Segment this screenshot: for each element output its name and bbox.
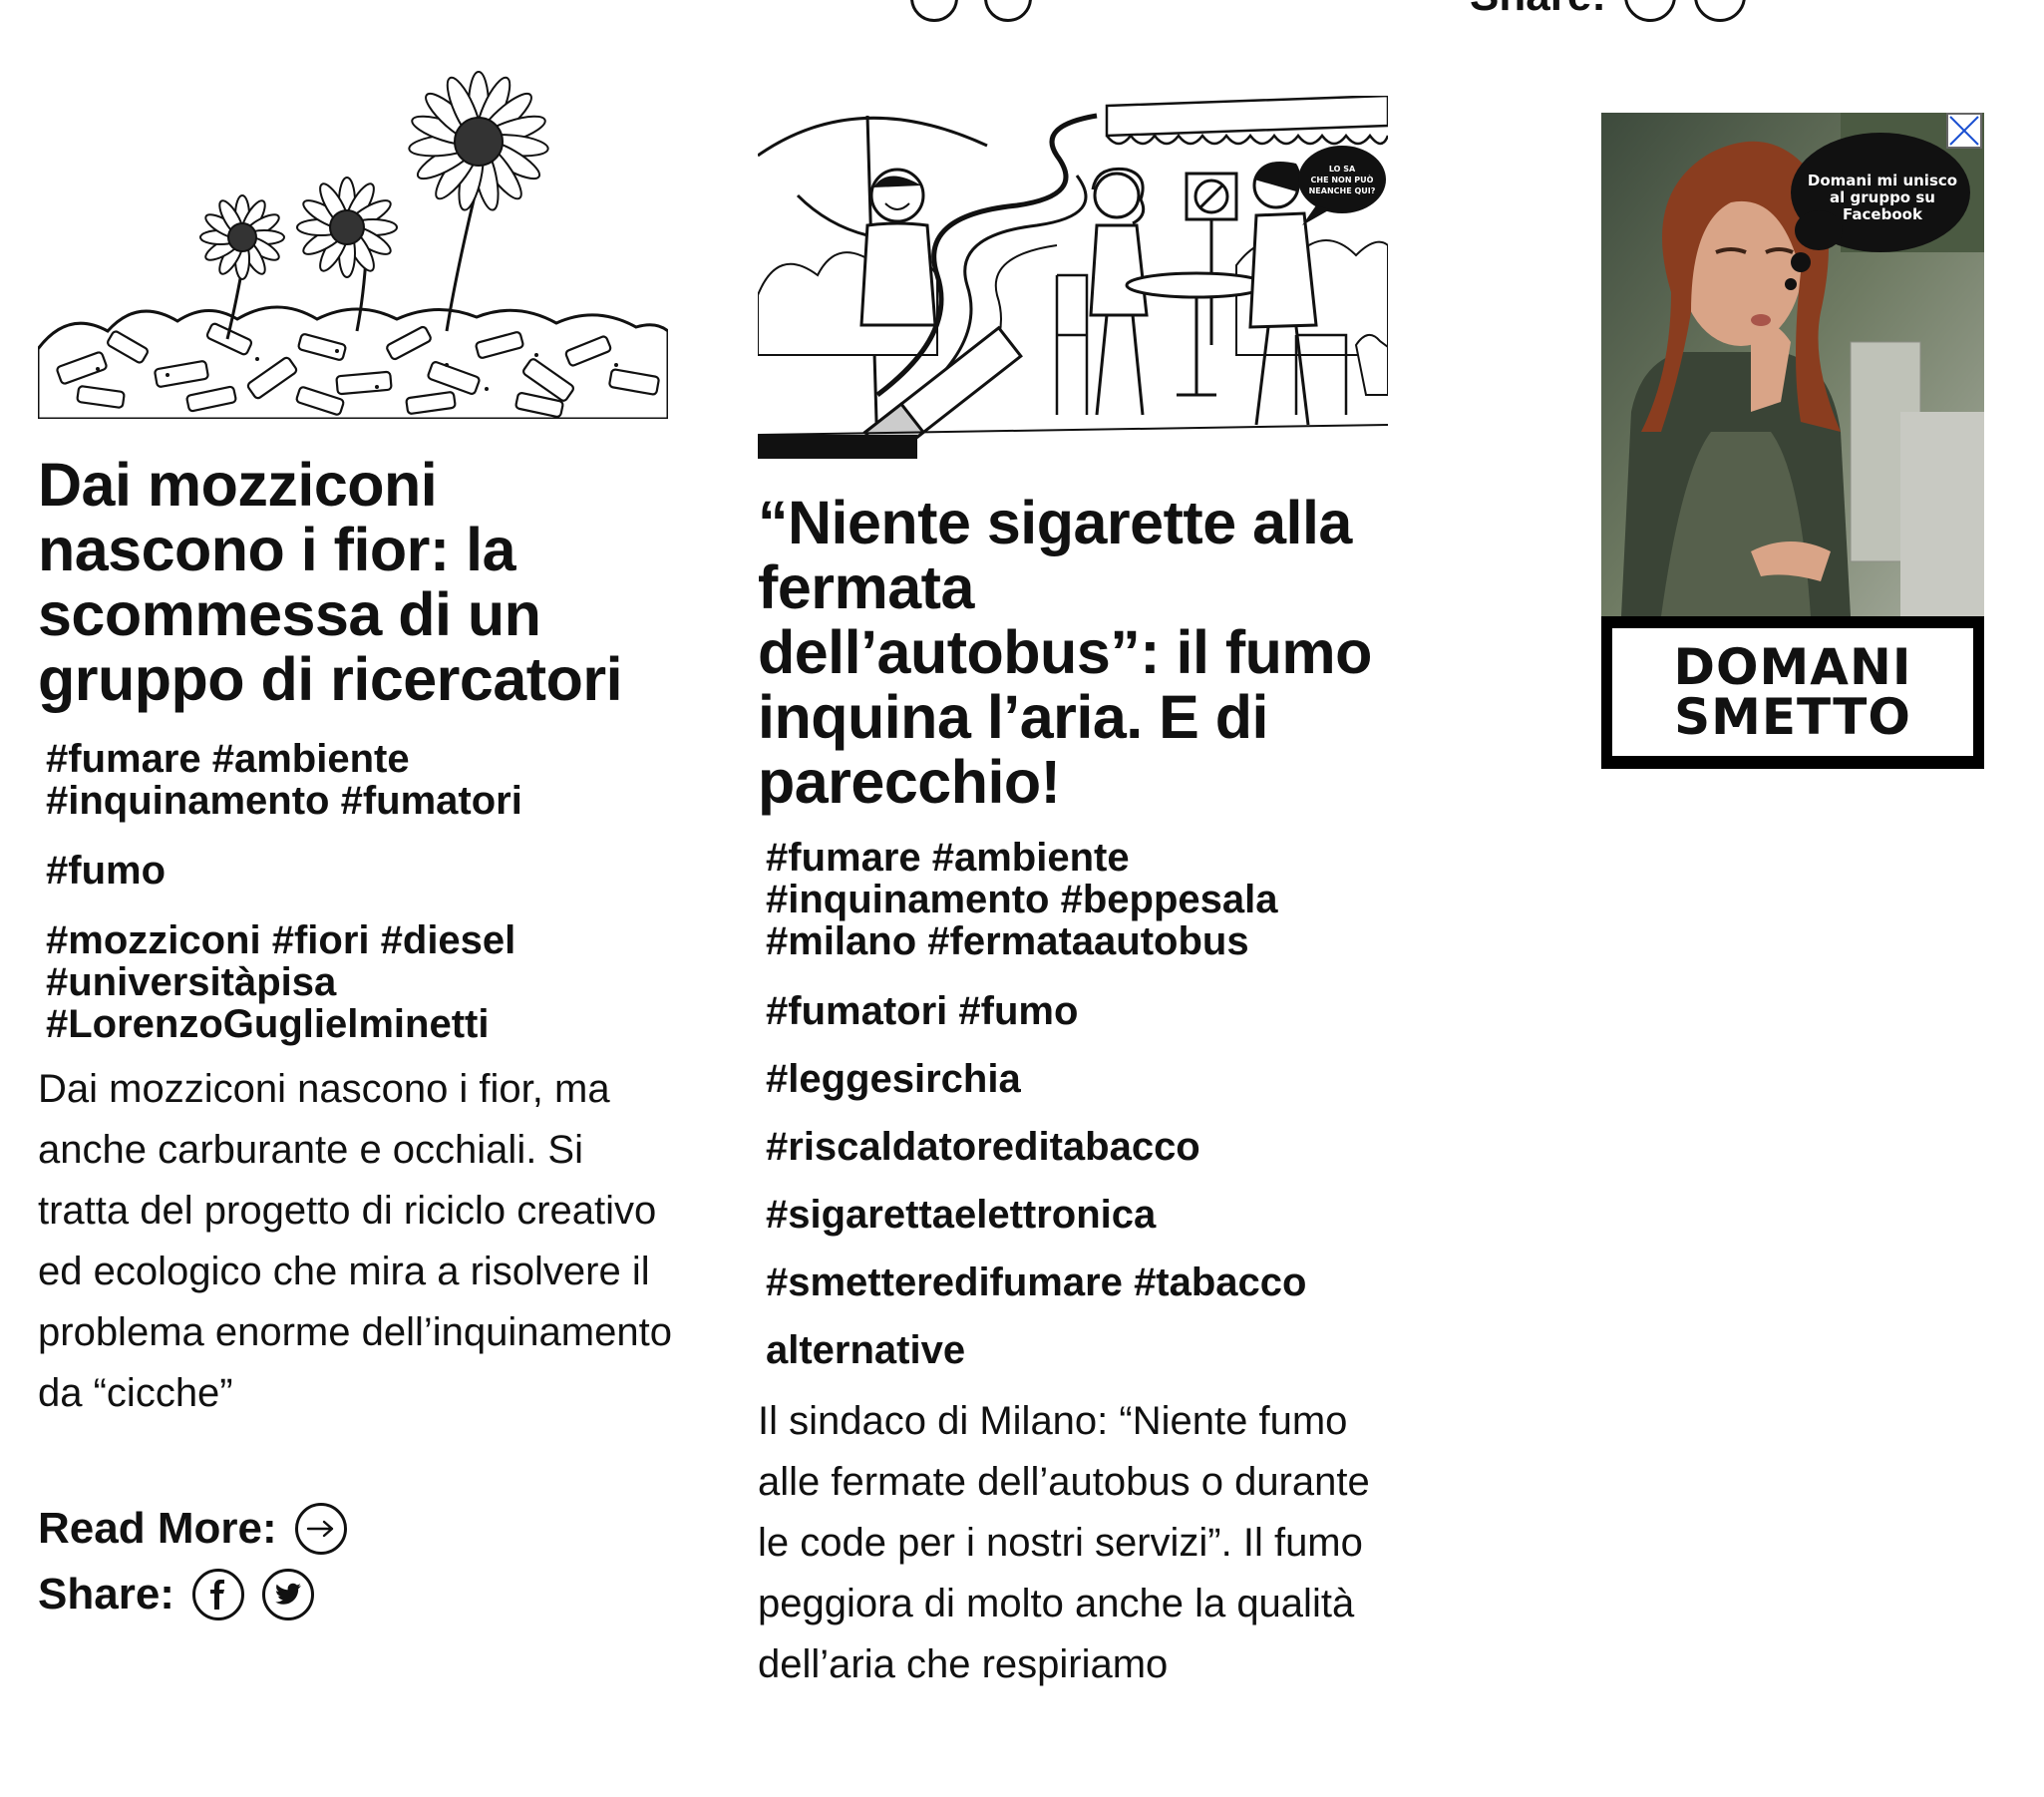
tag-link[interactable]: #inquinamento xyxy=(766,878,1049,921)
article-image[interactable]: LO SA CHE NON PUÒ NEANCHE QUI? xyxy=(758,96,1388,459)
ad-bubble-text: Domani mi unisco al gruppo su Facebook xyxy=(1807,172,1958,223)
tag-group: #leggesirchia xyxy=(766,1058,1404,1100)
article-actions: Read More: Share: xyxy=(38,1496,676,1627)
twitter-icon[interactable] xyxy=(1693,0,1746,22)
tag-link[interactable]: #fumare xyxy=(46,737,201,781)
tag-link[interactable]: #riscaldatoreditabacco xyxy=(766,1125,1200,1169)
tag-link[interactable]: #LorenzoGuglielminetti xyxy=(46,1002,489,1046)
ad-logo-line: DOMANI xyxy=(1673,638,1912,696)
tag-list: #fumare #ambiente #inquinamento #fumator… xyxy=(46,738,664,1045)
ad-logo-line: SMETTO xyxy=(1674,688,1911,746)
tag-link[interactable]: #fumo xyxy=(46,849,166,893)
share-label: Share: xyxy=(38,1570,174,1618)
tag-link[interactable]: #leggesirchia xyxy=(766,1057,1021,1101)
arrow-right-icon[interactable] xyxy=(294,1503,347,1555)
previous-row-share: Share: xyxy=(1470,0,1746,22)
twitter-icon[interactable] xyxy=(261,1569,314,1620)
tag-link[interactable]: #diesel xyxy=(381,918,516,962)
ad-logo: DOMANI SMETTO xyxy=(1612,628,1973,756)
tag-link[interactable]: #fumatori xyxy=(341,779,522,823)
tag-link[interactable]: #ambiente xyxy=(932,836,1130,880)
close-icon[interactable] xyxy=(1946,113,1982,149)
tag-link[interactable]: #fumare xyxy=(766,836,921,880)
article-title[interactable]: “Niente sigarette alla fermata dell’auto… xyxy=(758,491,1376,815)
tag-link[interactable]: #mozziconi xyxy=(46,918,261,962)
tag-link[interactable]: #fiori xyxy=(272,918,370,962)
svg-text:NEANCHE QUI?: NEANCHE QUI? xyxy=(1309,186,1376,195)
facebook-icon[interactable] xyxy=(910,0,958,22)
tag-group: #fumatori #fumo xyxy=(766,990,1404,1032)
tag-link[interactable]: #inquinamento xyxy=(46,779,329,823)
share-label: Share: xyxy=(1470,0,1606,21)
tag-link[interactable]: alternative xyxy=(766,1328,965,1372)
tag-link[interactable]: #ambiente xyxy=(212,737,410,781)
ad-banner[interactable]: Domani mi unisco al gruppo su Facebook D… xyxy=(1601,113,1984,769)
tag-group: #sigarettaelettronica xyxy=(766,1194,1404,1236)
read-more-label[interactable]: Read More: xyxy=(38,1504,277,1554)
page: Share: xyxy=(0,0,2044,1797)
article-excerpt: Dai mozziconi nascono i fior, ma anche c… xyxy=(38,1067,672,1415)
share-row: Share: xyxy=(38,1562,676,1627)
article-image[interactable] xyxy=(38,70,668,419)
svg-text:CHE NON PUÒ: CHE NON PUÒ xyxy=(1311,174,1374,184)
tag-link[interactable]: #fermataautobus xyxy=(927,919,1248,963)
facebook-icon[interactable] xyxy=(191,1569,244,1620)
previous-row-share-icons xyxy=(910,0,1032,22)
tag-link[interactable]: #sigarettaelettronica xyxy=(766,1193,1156,1237)
article-card: LO SA CHE NON PUÒ NEANCHE QUI? “Niente s… xyxy=(758,96,1396,1695)
tag-link[interactable]: #fumo xyxy=(958,989,1078,1033)
twitter-icon[interactable] xyxy=(984,0,1032,22)
tag-group: #fumo xyxy=(46,850,664,892)
article-card: Dai mozziconi nascono i fior: la scommes… xyxy=(38,70,676,1627)
tag-group: alternative xyxy=(766,1329,1404,1371)
tag-link[interactable]: #universitàpisa xyxy=(46,960,336,1004)
tag-list: #fumare #ambiente #inquinamento #beppesa… xyxy=(766,837,1404,1371)
read-more-row[interactable]: Read More: xyxy=(38,1496,676,1562)
article-title[interactable]: Dai mozziconi nascono i fior: la scommes… xyxy=(38,453,636,712)
tag-group: #fumare #ambiente #inquinamento #beppesa… xyxy=(766,837,1404,962)
tag-link[interactable]: #tabacco xyxy=(1134,1260,1306,1304)
tag-group: #smetteredifumare #tabacco xyxy=(766,1261,1404,1303)
article-excerpt: Il sindaco di Milano: “Niente fumo alle … xyxy=(758,1399,1370,1686)
tag-link[interactable]: #beppesala xyxy=(1061,878,1278,921)
tag-link[interactable]: #smetteredifumare xyxy=(766,1260,1123,1304)
facebook-icon[interactable] xyxy=(1623,0,1676,22)
tag-link[interactable]: #fumatori xyxy=(766,989,947,1033)
tag-group: #riscaldatoreditabacco xyxy=(766,1126,1404,1168)
tag-group: #mozziconi #fiori #diesel #universitàpis… xyxy=(46,919,664,1045)
tag-group: #fumare #ambiente #inquinamento #fumator… xyxy=(46,738,664,822)
svg-text:LO SA: LO SA xyxy=(1329,165,1356,174)
tag-link[interactable]: #milano xyxy=(766,919,916,963)
